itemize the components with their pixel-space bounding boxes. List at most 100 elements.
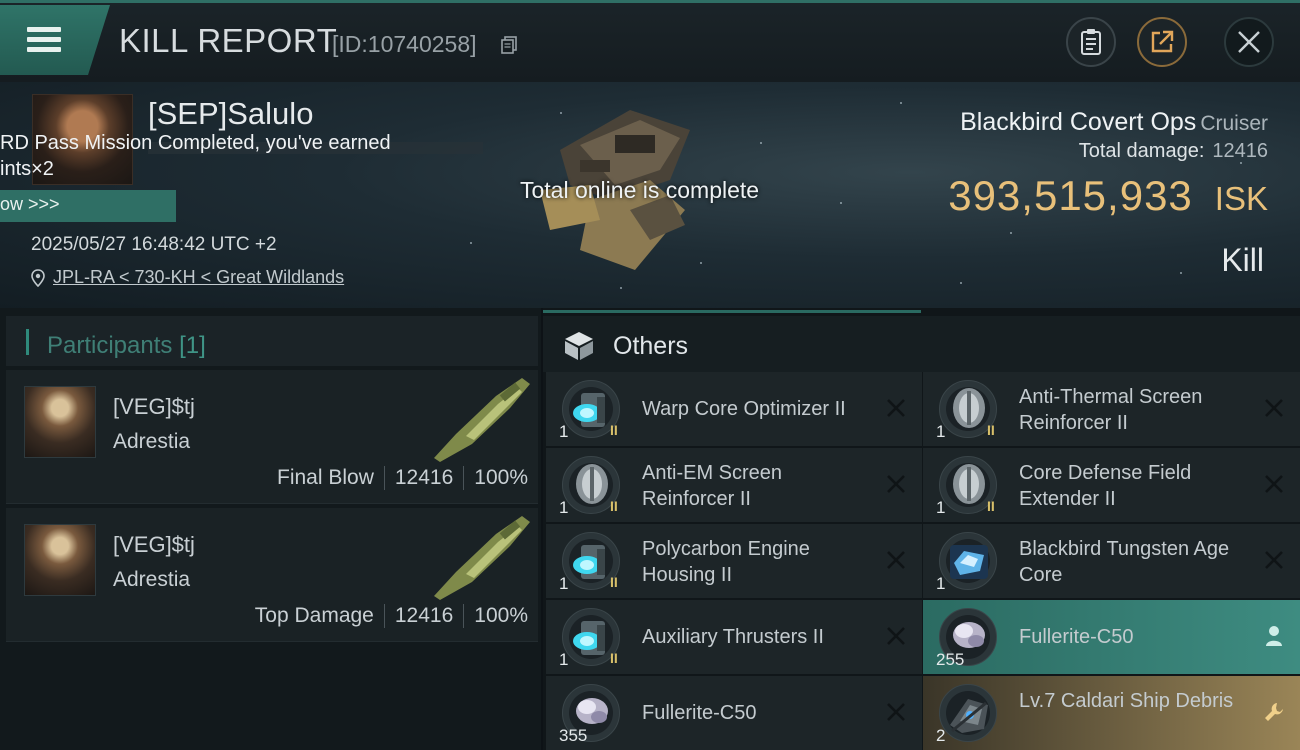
ship-class: Cruiser <box>1200 112 1268 135</box>
item-name: Anti-Thermal Screen Reinforcer II <box>1019 386 1203 434</box>
tech-level-badge: II <box>610 650 618 666</box>
participant-damage: 12416 <box>394 604 454 627</box>
item-row[interactable]: 1 II Polycarbon Engine Housing II <box>546 524 922 598</box>
victim-ship[interactable]: Blackbird Covert Ops Cruiser <box>960 108 1268 137</box>
close-button[interactable] <box>1224 17 1274 67</box>
tech-level-badge: II <box>987 498 995 514</box>
destroyed-x-icon <box>1265 551 1283 569</box>
item-row[interactable]: 1 Blackbird Tungsten Age Core <box>923 524 1300 598</box>
item-name: Fullerite-C50 <box>642 702 757 724</box>
destroyed-x-icon <box>1265 399 1283 417</box>
item-quantity: 255 <box>936 650 965 669</box>
item-status <box>884 548 908 572</box>
item-row[interactable]: 1 II Anti-EM Screen Reinforcer II <box>546 448 922 522</box>
item-quantity: 1 <box>936 574 946 593</box>
item-row[interactable]: 2 Lv.7 Caldari Ship Debris <box>923 676 1300 750</box>
notice-view-button[interactable]: ow >>> <box>0 190 176 222</box>
item-quantity: 355 <box>559 726 588 745</box>
participant-stats: Top Damage 12416 100% <box>255 604 528 628</box>
item-quantity: 1 <box>936 498 946 517</box>
item-row[interactable]: 1 II Anti-Thermal Screen Reinforcer II <box>923 372 1300 446</box>
core-icon <box>939 532 997 590</box>
destroyed-x-icon <box>887 475 905 493</box>
location-link[interactable]: JPL-RA < 730-KH < Great Wildlands <box>53 267 344 288</box>
item-status <box>884 472 908 496</box>
item-quantity: 2 <box>936 726 946 745</box>
participants-title: Participants [1] <box>47 332 206 360</box>
participant-row[interactable]: [VEG]$tj Adrestia Top Damage 12416 100% <box>6 508 538 642</box>
total-damage: Total damage: 12416 <box>1079 140 1268 163</box>
item-quantity: 1 <box>936 422 946 441</box>
page-title: KILL REPORT <box>119 22 338 59</box>
total-damage-label: Total damage: <box>1078 140 1205 162</box>
mission-notice-text: RD Pass Mission Completed, you've earned… <box>0 132 391 180</box>
item-name: Fullerite-C50 <box>1019 626 1134 648</box>
isk-value-row: 393,515,933 ISK <box>948 172 1268 220</box>
destroyed-x-icon <box>887 399 905 417</box>
share-button[interactable] <box>1137 17 1187 67</box>
ship-name: Blackbird Covert Ops <box>960 108 1197 136</box>
share-icon <box>1151 30 1174 53</box>
items-accent-line <box>543 310 921 313</box>
destroyed-x-icon <box>887 627 905 645</box>
item-status <box>1262 624 1286 648</box>
participant-ship: Adrestia <box>113 568 191 591</box>
item-row[interactable]: 355 Fullerite-C50 <box>546 676 922 750</box>
location-pin-icon <box>31 268 45 287</box>
report-id: [ID:10740258] <box>332 31 477 57</box>
participant-percent: 100% <box>474 466 528 489</box>
participant-role: Final Blow <box>277 466 374 489</box>
items-title: Others <box>613 332 689 360</box>
kill-report-header: KILL REPORT [ID:10740258] <box>0 0 1300 82</box>
item-status <box>1262 700 1286 724</box>
participant-avatar[interactable] <box>24 386 96 458</box>
tech-level-badge: II <box>610 422 618 438</box>
clipboard-button[interactable] <box>1066 17 1116 67</box>
item-name: Anti-EM Screen Reinforcer II <box>642 462 783 510</box>
item-quantity: 1 <box>559 574 569 593</box>
item-row[interactable]: 1 II Core Defense Field Extender II <box>923 448 1300 522</box>
online-toast: Total online is complete <box>520 177 760 203</box>
participant-avatar[interactable] <box>24 524 96 596</box>
victim-name[interactable]: [SEP]Salulo <box>148 96 313 132</box>
participant-ship: Adrestia <box>113 430 191 453</box>
participant-role: Top Damage <box>254 604 374 627</box>
participants-count: [1] <box>179 332 206 359</box>
item-row[interactable]: 255 Fullerite-C50 <box>923 600 1300 674</box>
item-status <box>1262 548 1286 572</box>
item-name: Auxiliary Thrusters II <box>642 626 824 648</box>
participant-name: [VEG]$tj <box>113 394 195 419</box>
item-row[interactable]: 1 II Auxiliary Thrusters II <box>546 600 922 674</box>
item-quantity: 1 <box>559 498 569 517</box>
destroyed-x-icon <box>1265 475 1283 493</box>
wrench-icon <box>1265 703 1283 721</box>
divider <box>383 604 385 628</box>
destroyed-x-icon <box>887 551 905 569</box>
participants-panel: Participants [1] [VEG]$tj Adrestia Final… <box>0 308 541 750</box>
items-header: Others <box>543 316 1300 372</box>
participant-percent: 100% <box>474 604 528 627</box>
result-label: Kill <box>1221 242 1264 278</box>
tech-level-badge: II <box>610 498 618 514</box>
item-quantity: 1 <box>559 422 569 441</box>
weapon-icon <box>434 516 530 600</box>
kill-location[interactable]: JPL-RA < 730-KH < Great Wildlands <box>31 267 344 288</box>
item-status <box>884 624 908 648</box>
item-name: Core Defense Field Extender II <box>1019 462 1192 510</box>
item-row[interactable]: 1 II Warp Core Optimizer II <box>546 372 922 446</box>
kill-timestamp: 2025/05/27 16:48:42 UTC +2 <box>31 234 277 255</box>
copy-icon[interactable] <box>501 36 518 54</box>
item-name: Polycarbon Engine Housing II <box>642 538 810 586</box>
item-name: Lv.7 Caldari Ship Debris <box>1019 690 1234 712</box>
item-status <box>1262 396 1286 420</box>
item-name: Warp Core Optimizer II <box>642 398 846 420</box>
tech-level-badge: II <box>610 574 618 590</box>
header-accent-bar <box>26 329 29 355</box>
items-panel: Others 1 II Warp Core Optimizer II 1 II Anti-… <box>543 308 1300 750</box>
item-status <box>884 396 908 420</box>
menu-button[interactable] <box>0 5 110 75</box>
item-name: Blackbird Tungsten Age Core <box>1019 538 1230 586</box>
item-status <box>884 700 908 724</box>
participant-row[interactable]: [VEG]$tj Adrestia Final Blow 12416 100% <box>6 370 538 504</box>
isk-value: 393,515,933 <box>948 172 1193 219</box>
